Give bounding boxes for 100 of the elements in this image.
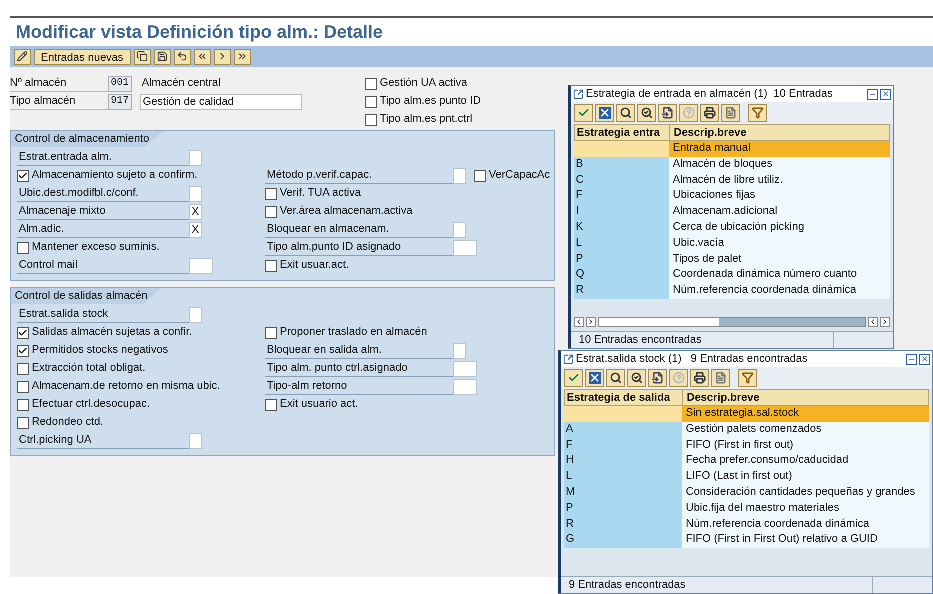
list-row[interactable]: R Núm.referencia coordenada dinámica [564,516,929,532]
input-field[interactable] [189,186,202,202]
description-cell-text: Entrada manual [672,141,752,156]
input-field[interactable]: 001 [108,76,132,92]
list-row[interactable]: F FIFO (First in first out) [564,438,929,454]
checkbox-label: Extracción total obligat. [32,361,146,376]
input-field[interactable]: X [189,222,202,238]
input-field[interactable] [189,306,202,322]
double-chevron-left-button[interactable] [194,48,211,64]
field-label: Tipo-alm retorno [265,378,453,395]
list-row[interactable]: H Fecha prefer.consumo/caducidad [564,453,929,470]
list-row[interactable]: R Núm.referencia coordenada dinámica [574,283,890,299]
input-field[interactable] [453,168,466,184]
close-button[interactable] [595,104,614,122]
pencil-button[interactable] [14,48,31,64]
code-cell: G [564,532,682,548]
minimize-button[interactable] [867,88,878,100]
input-field[interactable] [453,222,466,238]
search-next-button[interactable] [627,369,646,387]
input-field[interactable] [189,432,202,448]
list-row[interactable]: C Almacén de libre utiliz. [574,172,890,188]
list-row[interactable]: G FIFO (First in First Out) relativo a GUID [564,532,929,548]
chevron-right-button[interactable] [214,48,231,64]
horizontal-scrollbar[interactable] [574,316,890,328]
minimize-button[interactable] [906,354,917,364]
column-header[interactable]: Descrip.breve [670,125,889,140]
field-label: Estrat.salida stock [17,306,189,323]
description-field[interactable]: Gestión de calidad [140,94,302,110]
input-field[interactable]: 917 [108,94,132,110]
new-entries-button[interactable]: Entradas nuevas [34,48,131,64]
list-row[interactable]: I Almacenam.adicional [574,204,890,220]
column-header[interactable]: Descrip.breve [683,390,928,405]
checkbox[interactable] [265,398,277,410]
list-row[interactable]: M Consideración cantidades pequeñas y grandes [564,484,929,501]
close-button[interactable] [880,88,891,100]
printer-button[interactable] [700,104,719,122]
search-icon [620,107,632,119]
column-header[interactable]: Estrategia entra [575,125,670,140]
checkbox[interactable] [365,78,377,90]
checkbox[interactable] [17,326,29,338]
check-button[interactable] [564,369,583,387]
input-field[interactable]: X [189,204,202,220]
input-field[interactable] [453,342,466,358]
save-button[interactable] [154,48,171,64]
checkbox[interactable] [265,206,277,218]
checkbox[interactable] [365,114,377,126]
search-next-icon [630,372,642,384]
check-button[interactable] [574,104,593,122]
list-row[interactable]: A Gestión palets comenzados [564,422,929,438]
save-icon [156,51,168,62]
close-button[interactable] [919,354,930,364]
double-chevron-right-button[interactable] [234,48,251,64]
list-row[interactable]: L LIFO (Last in first out) [564,469,929,485]
checkbox[interactable] [265,326,277,338]
filter-button[interactable] [748,104,767,122]
checkbox[interactable] [365,96,377,108]
checkbox[interactable] [265,188,277,200]
field-label: Bloquear en salida alm. [265,342,453,359]
input-field[interactable] [189,150,202,166]
copy-button[interactable] [134,48,151,64]
search-next-button[interactable] [637,104,656,122]
section-title: Control de salidas almacén [11,288,162,304]
checkbox-label: Gestión UA activa [380,76,468,92]
description-cell: Gestión palets comenzados [682,422,929,438]
list-row[interactable]: P Tipos de palet [574,252,890,268]
list-row[interactable]: B Almacén de bloques [574,156,890,173]
list-row[interactable]: Q Coordenada dinámica número cuanto [574,267,890,284]
checkbox[interactable] [474,170,486,182]
checkbox[interactable] [17,416,29,428]
checkbox[interactable] [17,362,29,374]
list-row[interactable]: F Ubicaciones fijas [574,188,890,204]
search-button[interactable] [616,104,635,122]
search-button[interactable] [606,369,625,387]
document-button[interactable] [648,369,667,387]
checkbox[interactable] [17,170,29,182]
checkbox[interactable] [17,242,29,254]
close-icon [598,107,610,119]
document-button[interactable] [658,104,677,122]
close-button[interactable] [585,369,604,387]
document-icon [652,372,664,384]
page-title: Modificar vista Definición tipo alm.: Detalle [15,21,384,44]
input-field[interactable] [453,240,477,256]
list-row[interactable]: Entrada manual [574,141,890,157]
input-field[interactable] [189,258,213,274]
list-row[interactable]: P Ubic.fija del maestro materiales [564,500,929,517]
printer-button[interactable] [690,369,709,387]
checkbox[interactable] [17,344,29,356]
input-field[interactable] [453,360,477,376]
checkbox[interactable] [17,398,29,410]
checkbox[interactable] [17,380,29,392]
list-row[interactable]: Sin estrategia.sal.stock [564,406,929,422]
field-label: Ubic.dest.modifbl.c/conf. [17,185,189,202]
input-field[interactable] [453,378,477,394]
filter-button[interactable] [738,369,757,387]
column-header[interactable]: Estrategia de salida [565,390,683,405]
list-row[interactable]: K Cerca de ubicación picking [574,220,890,236]
undo-button[interactable] [174,48,191,64]
description-cell: Ubicaciones fijas [669,188,890,204]
checkbox[interactable] [265,260,277,272]
list-row[interactable]: L Ubic.vacía [574,236,890,252]
